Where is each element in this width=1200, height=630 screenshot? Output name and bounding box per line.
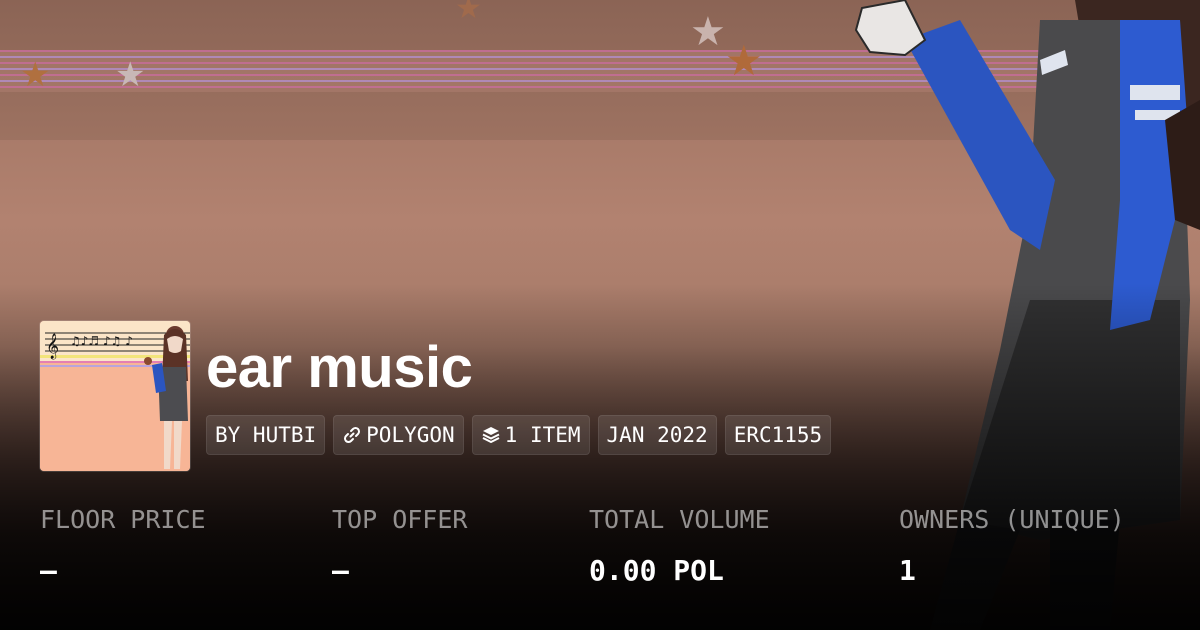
collection-preview-card: ★ ★ ★ ★ ★ — [0, 0, 1200, 630]
stat-label: TOP OFFER — [332, 505, 468, 534]
creator-tag[interactable]: BY HUTBI — [206, 415, 326, 455]
created-date-tag[interactable]: JAN 2022 — [597, 415, 717, 455]
stat-label: TOTAL VOLUME — [589, 505, 770, 534]
item-count-tag-label: 1 ITEM — [504, 423, 581, 447]
svg-text:♫♪♬ ♪♫ ♪: ♫♪♬ ♪♫ ♪ — [70, 334, 133, 348]
token-standard-tag[interactable]: ERC1155 — [724, 415, 832, 455]
stat-owners: OWNERS (UNIQUE) 1 — [899, 505, 1125, 587]
created-date-tag-label: JAN 2022 — [606, 423, 708, 447]
stat-value: 0.00 POL — [589, 554, 724, 587]
collection-title: ear music — [206, 335, 473, 400]
avatar-artwork: 𝄞 ♫♪♬ ♪♫ ♪ — [40, 321, 190, 471]
chain-tag[interactable]: POLYGON — [333, 415, 464, 455]
stat-value: — — [332, 554, 349, 587]
stat-floor-price: FLOOR PRICE — — [40, 505, 206, 587]
stat-value: 1 — [899, 554, 916, 587]
item-count-tag[interactable]: 1 ITEM — [471, 415, 590, 455]
collection-tags: BY HUTBI POLYGON 1 ITEM JAN 2022 ERC1155 — [206, 415, 832, 455]
layers-icon — [482, 427, 500, 443]
stat-top-offer: TOP OFFER — — [332, 505, 467, 587]
creator-tag-label: BY HUTBI — [215, 423, 317, 447]
svg-text:𝄞: 𝄞 — [46, 333, 59, 359]
stat-total-volume: TOTAL VOLUME 0.00 POL — [589, 505, 770, 587]
chain-tag-label: POLYGON — [366, 423, 455, 447]
stat-label: OWNERS (UNIQUE) — [899, 505, 1125, 534]
link-icon — [344, 426, 361, 444]
stat-label: FLOOR PRICE — [40, 505, 206, 534]
collection-avatar[interactable]: 𝄞 ♫♪♬ ♪♫ ♪ — [40, 321, 190, 471]
token-standard-tag-label: ERC1155 — [733, 423, 823, 447]
stat-value: — — [40, 554, 57, 587]
